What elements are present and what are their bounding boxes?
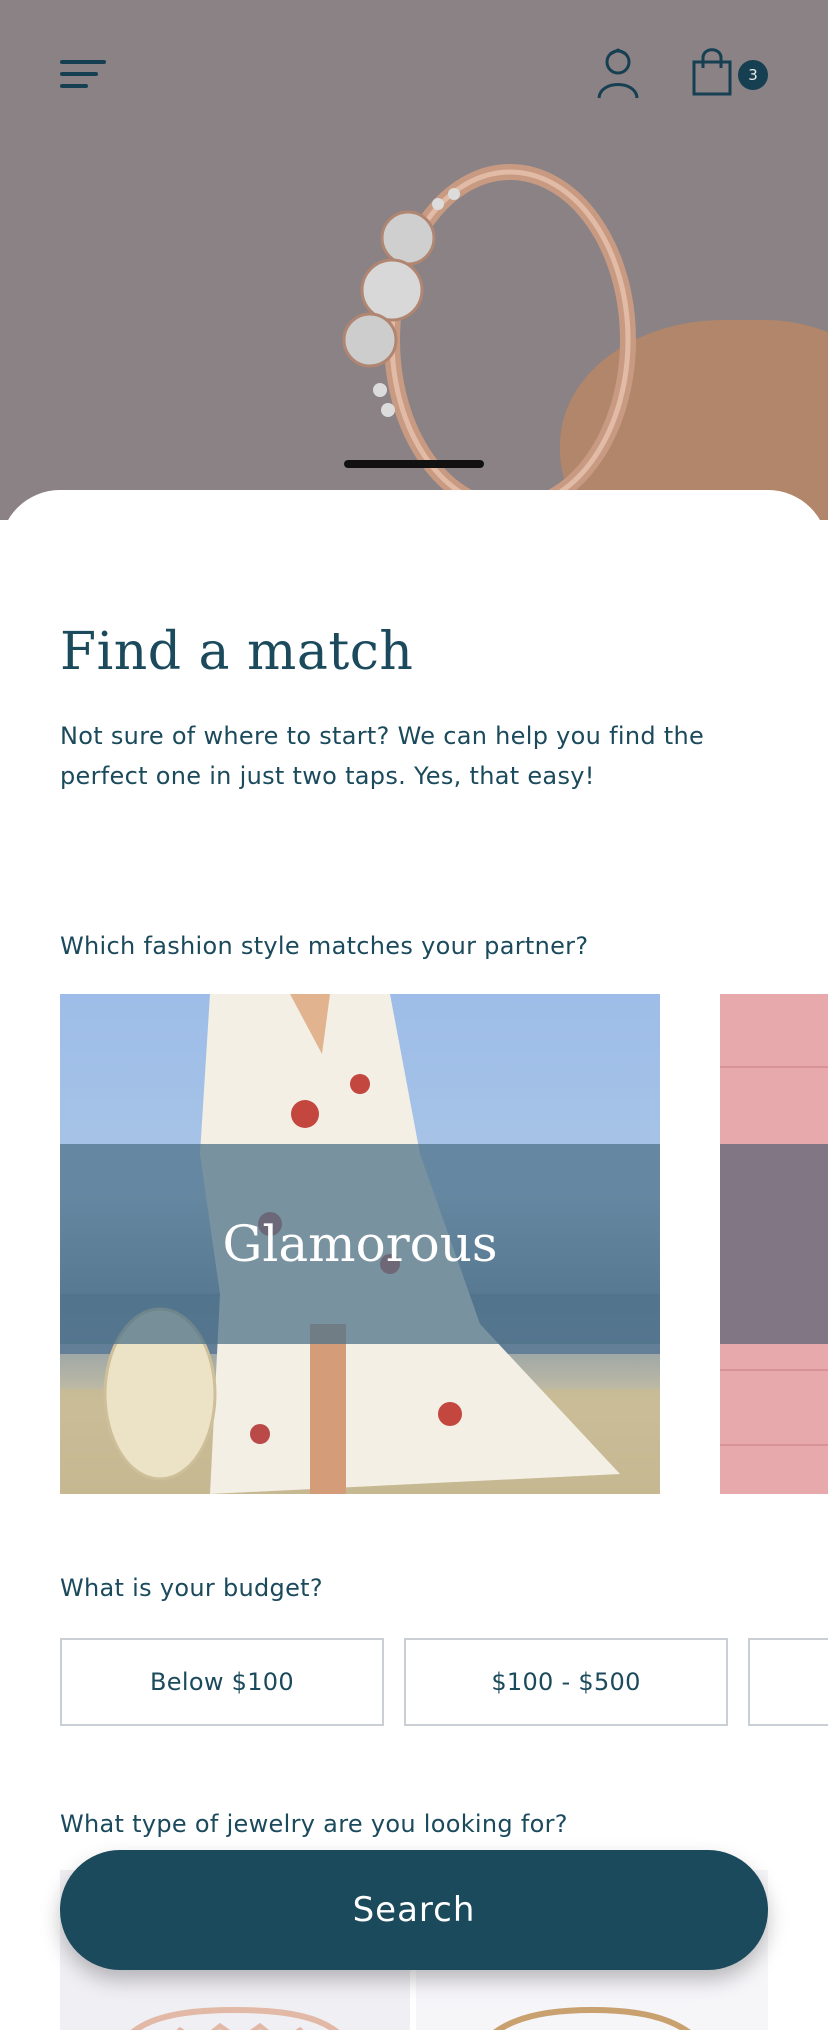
shopping-bag-icon[interactable] <box>690 48 740 98</box>
intro-text: Not sure of where to start? We can help … <box>60 722 705 790</box>
ring-image <box>342 164 636 500</box>
hero-banner: 3 <box>0 0 828 520</box>
menu-icon[interactable] <box>60 60 106 90</box>
jewelry-type-question-label: What type of jewelry are you looking for… <box>60 1810 568 1838</box>
budget-option-100-500[interactable]: $100 - $500 <box>404 1638 728 1726</box>
style-card-next[interactable] <box>720 994 828 1494</box>
account-icon[interactable] <box>596 48 640 100</box>
budget-question-label: What is your budget? <box>60 1574 323 1602</box>
style-card-glamorous[interactable]: Glamorous <box>60 994 660 1494</box>
card-label-overlay <box>720 1144 828 1344</box>
find-a-match-panel: Find a match Not sure of where to start?… <box>0 490 828 2030</box>
sheet-drag-handle[interactable] <box>344 460 484 468</box>
budget-option-below-100[interactable]: Below $100 <box>60 1638 384 1726</box>
search-button[interactable]: Search <box>60 1850 768 1970</box>
top-navigation-bar: 3 <box>0 0 828 150</box>
style-card-label: Glamorous <box>222 1215 498 1273</box>
page-title: Find a match <box>60 622 414 682</box>
cart-count-badge: 3 <box>738 60 768 90</box>
style-question-label: Which fashion style matches your partner… <box>60 932 589 960</box>
budget-option-next[interactable] <box>748 1638 828 1726</box>
